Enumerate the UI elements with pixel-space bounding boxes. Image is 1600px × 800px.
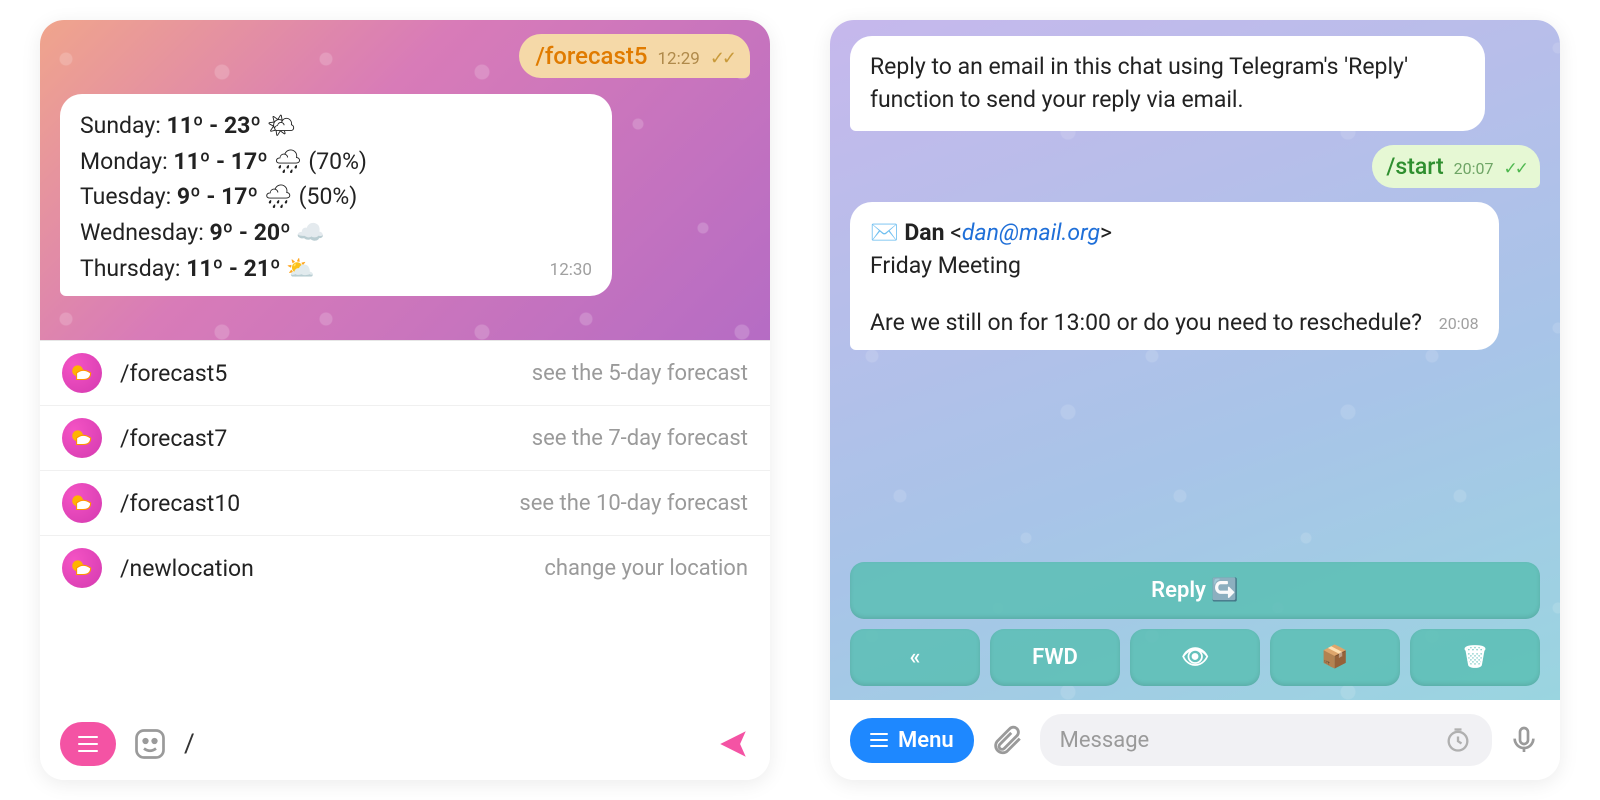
bot-avatar xyxy=(62,418,102,458)
incoming-forecast-message[interactable]: Sunday: 11º - 23º 🌤 Monday: 11º - 17º 🌧 … xyxy=(60,94,612,296)
keyboard-fwd-button[interactable]: FWD xyxy=(990,629,1120,686)
message-input[interactable]: Message xyxy=(1040,714,1492,766)
command-suggestion-item[interactable]: /forecast7 see the 7-day forecast xyxy=(40,406,770,471)
read-ticks-icon: ✓✓ xyxy=(710,48,734,69)
outgoing-message[interactable]: /forecast5 12:29 ✓✓ xyxy=(519,34,750,78)
keyboard-back-button[interactable]: « xyxy=(850,629,980,686)
email-from-name: Dan xyxy=(904,219,944,246)
chat-scroll-area[interactable]: Reply to an email in this chat using Tel… xyxy=(830,20,1560,700)
email-bot-chat-panel: Reply to an email in this chat using Tel… xyxy=(830,20,1560,780)
incoming-message-time: 12:30 xyxy=(550,257,592,283)
command-suggestion-item[interactable]: /forecast10 see the 10-day forecast xyxy=(40,471,770,536)
email-subject: Friday Meeting xyxy=(870,249,1479,282)
command-description: see the 5-day forecast xyxy=(532,361,748,386)
read-ticks-icon: ✓✓ xyxy=(1504,159,1527,179)
message-input-placeholder: Message xyxy=(1060,728,1150,753)
keyboard-archive-button[interactable]: 📦 xyxy=(1270,629,1400,686)
incoming-intro-message[interactable]: Reply to an email in this chat using Tel… xyxy=(850,36,1485,131)
keyboard-view-button[interactable]: 👁 xyxy=(1130,629,1260,686)
forecast-row: Sunday: 11º - 23º 🌤 xyxy=(80,108,592,144)
keyboard-delete-button[interactable]: 🗑 xyxy=(1410,629,1540,686)
mic-icon[interactable] xyxy=(1508,724,1540,756)
keyboard-reply-button[interactable]: Reply ↪️ xyxy=(850,562,1540,619)
attach-icon[interactable] xyxy=(990,723,1024,757)
forecast-row: Thursday: 11º - 21º ⛅ 12:30 xyxy=(80,255,315,282)
bot-avatar xyxy=(62,483,102,523)
outgoing-message-time: 12:29 xyxy=(657,49,699,69)
chat-scroll-area[interactable]: /forecast5 12:29 ✓✓ Sunday: 11º - 23º 🌤 … xyxy=(40,20,770,340)
forecast-row: Wednesday: 9º - 20º ☁️ xyxy=(80,215,592,251)
command-suggestion-item[interactable]: /forecast5 see the 5-day forecast xyxy=(40,341,770,406)
email-body: Are we still on for 13:00 or do you need… xyxy=(870,306,1479,339)
bot-avatar xyxy=(62,548,102,588)
message-input[interactable]: / xyxy=(184,729,700,759)
command-name: /newlocation xyxy=(120,555,526,582)
envelope-icon: ✉️ xyxy=(870,219,899,246)
outgoing-message-time: 20:07 xyxy=(1454,159,1494,178)
menu-icon xyxy=(870,739,888,742)
menu-button-label: Menu xyxy=(898,728,954,753)
bot-menu-button[interactable]: Menu xyxy=(850,718,974,763)
command-description: see the 10-day forecast xyxy=(519,491,748,516)
command-description: change your location xyxy=(544,556,748,581)
command-description: see the 7-day forecast xyxy=(532,426,748,451)
forecast-row: Tuesday: 9º - 17º 🌧 (50%) xyxy=(80,179,592,215)
outgoing-message-text: /start xyxy=(1386,153,1443,180)
send-icon[interactable] xyxy=(716,727,750,761)
command-suggestion-list: /forecast5 see the 5-day forecast /forec… xyxy=(40,340,770,708)
inline-keyboard: Reply ↪️ « FWD 👁 📦 🗑 xyxy=(850,562,1540,686)
email-from-line: ✉️ Dan <dan@mail.org> xyxy=(870,216,1479,249)
bot-avatar xyxy=(62,353,102,393)
incoming-email-message[interactable]: ✉️ Dan <dan@mail.org> Friday Meeting Are… xyxy=(850,202,1499,350)
intro-text: Reply to an email in this chat using Tel… xyxy=(870,53,1408,113)
weather-bot-chat-panel: /forecast5 12:29 ✓✓ Sunday: 11º - 23º 🌤 … xyxy=(40,20,770,780)
message-input-bar: / xyxy=(40,708,770,780)
scheduled-icon[interactable] xyxy=(1444,726,1472,754)
sticker-icon[interactable] xyxy=(132,726,168,762)
command-name: /forecast10 xyxy=(120,490,501,517)
bot-commands-menu-button[interactable] xyxy=(60,722,116,766)
outgoing-message-text: /forecast5 xyxy=(535,42,647,70)
forecast-row: Monday: 11º - 17º 🌧 (70%) xyxy=(80,144,592,180)
command-suggestion-item[interactable]: /newlocation change your location xyxy=(40,536,770,600)
email-from-address: dan@mail.org xyxy=(962,219,1100,246)
incoming-message-time: 20:08 xyxy=(1439,312,1479,335)
outgoing-message[interactable]: /start 20:07 ✓✓ xyxy=(1372,145,1540,188)
command-name: /forecast5 xyxy=(120,360,514,387)
message-input-bar: Menu Message xyxy=(830,700,1560,780)
command-name: /forecast7 xyxy=(120,425,514,452)
